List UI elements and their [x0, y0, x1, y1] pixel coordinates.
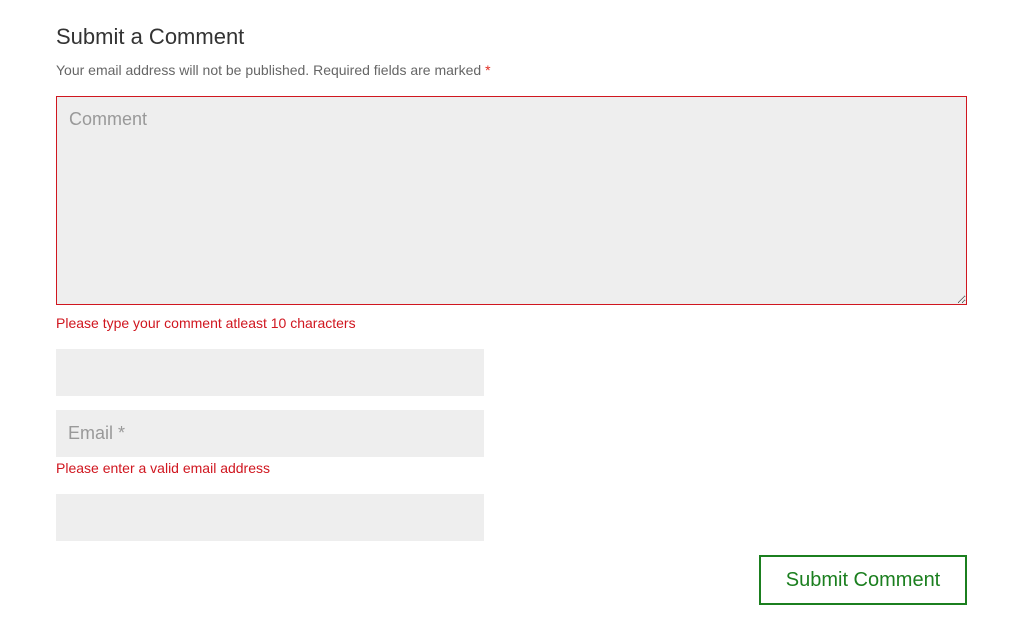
email-input[interactable] [56, 410, 484, 457]
name-input[interactable] [56, 349, 484, 396]
comment-error-message: Please type your comment atleast 10 char… [56, 315, 356, 331]
required-fields-notice: Your email address will not be published… [56, 62, 491, 78]
required-asterisk: * [485, 62, 491, 78]
notice-text: Your email address will not be published… [56, 62, 486, 78]
form-title: Submit a Comment [56, 24, 245, 49]
submit-comment-button[interactable]: Submit Comment [759, 555, 967, 605]
website-input[interactable] [56, 494, 484, 541]
comment-textarea[interactable] [56, 96, 967, 305]
email-error-message: Please enter a valid email address [56, 460, 271, 476]
